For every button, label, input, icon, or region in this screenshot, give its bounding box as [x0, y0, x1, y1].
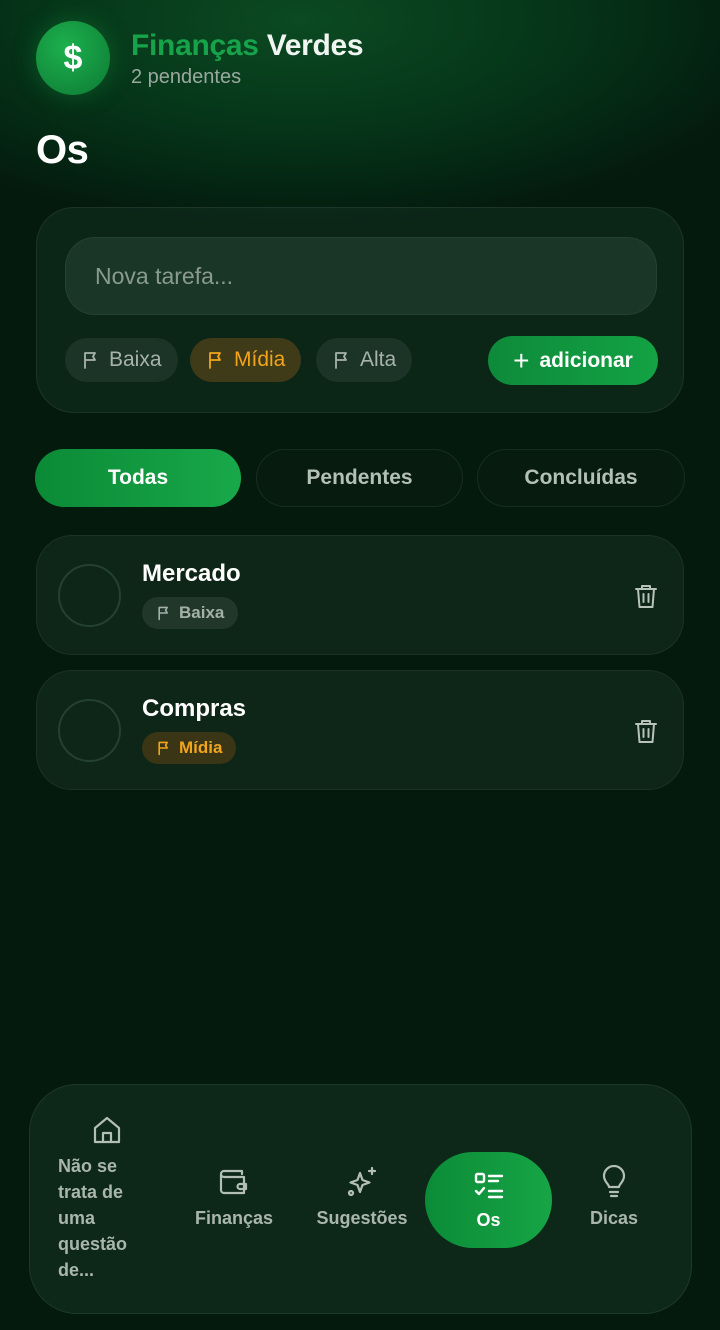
dollar-icon: $ — [64, 39, 83, 77]
task-list-icon — [474, 1172, 503, 1198]
nav-tips[interactable]: Dicas — [581, 1165, 647, 1229]
flag-icon — [158, 606, 168, 621]
task-title: Mercado — [142, 560, 241, 587]
app-title-part1: Finanças — [131, 28, 259, 62]
plus-icon: + — [513, 344, 530, 376]
priority-label: Baixa — [109, 348, 162, 371]
task-title: Compras — [142, 695, 247, 722]
task-item: Mercado Baixa — [36, 535, 684, 655]
filter-pending-tab[interactable]: Pendentes — [256, 449, 463, 507]
flag-icon — [335, 352, 347, 369]
priority-label: Alta — [360, 348, 397, 371]
task-checkbox[interactable] — [58, 699, 121, 762]
task-item: Compras Mídia — [36, 670, 684, 790]
flag-icon — [158, 741, 168, 756]
nav-suggestions-label: Sugestões — [316, 1208, 408, 1228]
app-header: $ Finanças Verdes 2 pendentes — [36, 21, 364, 95]
flag-icon — [84, 352, 96, 369]
nav-home-label: Não se trata de uma questão de... — [58, 1156, 128, 1280]
add-task-label: adicionar — [539, 348, 633, 372]
svg-text:$: $ — [64, 39, 83, 77]
nav-tips-label: Dicas — [589, 1208, 639, 1228]
add-task-button[interactable]: + adicionar — [488, 336, 658, 385]
nav-home[interactable]: Não se trata de uma questão de... — [58, 1113, 168, 1283]
nav-tasks-label: Os — [476, 1209, 501, 1230]
flag-icon — [209, 352, 221, 369]
lightbulb-icon — [602, 1165, 626, 1198]
priority-badge: Mídia — [142, 732, 237, 764]
sparkles-icon — [347, 1166, 377, 1197]
filter-all-tab[interactable]: Todas — [35, 449, 241, 507]
new-task-input[interactable] — [65, 237, 657, 315]
app-title-part2: Verdes — [266, 28, 364, 62]
nav-finances[interactable]: Finanças — [193, 1165, 275, 1229]
priority-low-button[interactable]: Baixa — [65, 338, 178, 382]
bottom-nav: Não se trata de uma questão de... Finanç… — [29, 1084, 692, 1314]
page-title: Os — [36, 128, 89, 172]
app-title: Finanças Verdes — [131, 28, 364, 64]
nav-suggestions[interactable]: Sugestões — [313, 1165, 411, 1229]
nav-finances-label: Finanças — [194, 1208, 274, 1228]
brand: Finanças Verdes 2 pendentes — [131, 28, 364, 89]
priority-medium-button[interactable]: Mídia — [190, 338, 302, 382]
priority-badge-label: Mídia — [179, 738, 223, 757]
task-checkbox[interactable] — [58, 564, 121, 627]
nav-tasks[interactable]: Os — [425, 1152, 552, 1248]
new-task-card: Baixa Mídia Alta + adicionar — [36, 207, 684, 413]
trash-icon[interactable] — [631, 581, 661, 611]
priority-label: Mídia — [234, 348, 286, 371]
priority-badge: Baixa — [142, 597, 239, 629]
logo: $ — [36, 21, 110, 95]
priority-high-button[interactable]: Alta — [316, 338, 413, 382]
priority-badge-label: Baixa — [179, 603, 225, 622]
home-icon — [93, 1116, 121, 1144]
pending-count: 2 pendentes — [131, 65, 242, 88]
wallet-icon — [219, 1169, 248, 1195]
filter-completed-tab[interactable]: Concluídas — [477, 449, 685, 507]
trash-icon[interactable] — [631, 716, 661, 746]
